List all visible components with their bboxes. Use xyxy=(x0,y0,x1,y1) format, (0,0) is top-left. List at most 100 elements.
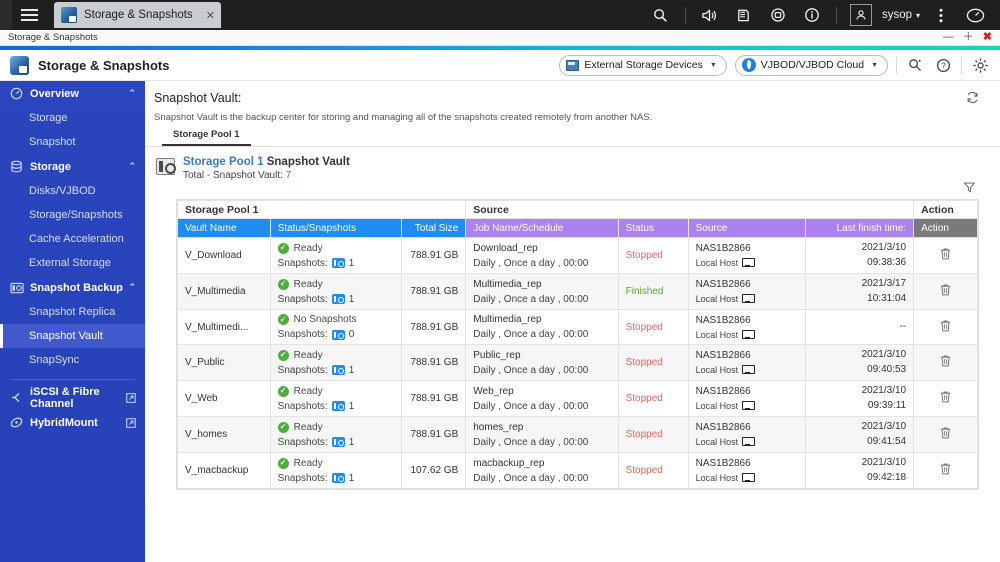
info-icon[interactable] xyxy=(795,0,829,30)
kebab-menu-icon[interactable] xyxy=(924,0,958,30)
monitor-icon xyxy=(742,473,756,483)
group-header-source: Source xyxy=(465,200,915,219)
sidebar-item-storage-snapshots[interactable]: Storage/Snapshots xyxy=(0,203,145,227)
refresh-icon[interactable] xyxy=(962,87,982,107)
app-header-actions: External Storage Devices ▼ VJBOD/VJBOD C… xyxy=(559,54,990,76)
sidebar-item-disks-vjbod[interactable]: Disks/VJBOD xyxy=(0,179,145,203)
settings-gear-icon[interactable] xyxy=(970,55,990,75)
taskbar-tab-storage-snapshots[interactable]: Storage & Snapshots ✕ xyxy=(54,2,221,28)
trash-icon[interactable] xyxy=(939,283,952,297)
source-name: NAS1B2866 xyxy=(695,243,751,254)
minimize-button[interactable]: — xyxy=(943,32,954,43)
column-header-source[interactable]: Source xyxy=(687,218,806,238)
close-window-button[interactable]: ✖ xyxy=(983,32,992,43)
snapshots-value: 1 xyxy=(348,293,355,305)
dashboard-icon[interactable] xyxy=(958,0,992,30)
vault-status-label: Ready xyxy=(293,385,323,397)
sidebar-group-snapshot-backup[interactable]: Snapshot Backup ⌃ xyxy=(0,275,145,300)
cell-last-finish-time: 2021/3/17 10:31:04 xyxy=(804,273,915,310)
search-icon[interactable] xyxy=(644,0,678,30)
user-menu[interactable]: sysop ▾ xyxy=(878,9,924,21)
monitor-icon xyxy=(742,365,756,375)
table-row[interactable]: V_homes Ready Snapshots: 1 788.91 GB homes_re… xyxy=(177,416,978,453)
snapshots-value: 1 xyxy=(348,400,355,412)
trash-icon[interactable] xyxy=(939,319,952,333)
total-size: 788.91 GB xyxy=(410,286,459,297)
finish-date: 2021/3/10 xyxy=(861,242,907,253)
trash-icon[interactable] xyxy=(939,354,952,368)
close-icon[interactable]: ✕ xyxy=(206,9,215,22)
table-row[interactable]: V_Download Ready Snapshots: 1 788.91 GB Downl… xyxy=(177,237,978,274)
tab-storage-pool-1[interactable]: Storage Pool 1 xyxy=(162,126,251,146)
backup-icon[interactable] xyxy=(727,0,761,30)
pool-link[interactable]: Storage Pool 1 xyxy=(183,156,264,168)
table-row[interactable]: V_Multimedi... No Snapshots Snapshots: 0 788… xyxy=(177,309,978,345)
cell-total-size: 107.62 GB xyxy=(401,452,467,489)
snapshot-count: Snapshots: 0 xyxy=(278,329,395,340)
help-icon[interactable]: ? xyxy=(933,55,953,75)
cell-source: NAS1B2866 Local Host xyxy=(687,273,806,310)
snapshot-vault-table-wrapper: Storage Pool 1 Source Action Vault Name Stat… xyxy=(176,199,979,490)
sidebar-item-snapshot-vault[interactable]: Snapshot Vault xyxy=(0,324,145,348)
cell-status-snapshots: Ready Snapshots: 1 xyxy=(269,344,403,381)
hamburger-icon[interactable] xyxy=(12,0,46,30)
sidebar-link-hybridmount[interactable]: HybridMount xyxy=(0,410,145,435)
external-storage-devices-dropdown[interactable]: External Storage Devices ▼ xyxy=(559,54,727,76)
sidebar-item-cache-acceleration[interactable]: Cache Acceleration xyxy=(0,227,145,251)
job-schedule: Daily , Once a day , 00:00 xyxy=(473,400,589,412)
table-row[interactable]: V_Public Ready Snapshots: 1 788.91 GB Public_… xyxy=(177,344,978,381)
sidebar-item-external-storage[interactable]: External Storage xyxy=(0,251,145,275)
sidebar-item-storage[interactable]: Storage xyxy=(0,106,145,130)
trash-icon[interactable] xyxy=(939,247,952,261)
trash-icon[interactable] xyxy=(939,390,952,404)
maximize-button[interactable]: ＋ xyxy=(963,32,974,43)
trash-icon[interactable] xyxy=(939,462,952,476)
total-size: 788.91 GB xyxy=(410,393,459,404)
external-device-icon[interactable] xyxy=(761,0,795,30)
column-header-total-size[interactable]: Total Size xyxy=(401,218,467,238)
status-ok-icon xyxy=(277,349,289,361)
table-row[interactable]: V_Web Ready Snapshots: 1 788.91 GB Web_rep Dai… xyxy=(177,380,978,417)
sidebar-link-iscsi-fibre-channel[interactable]: iSCSI & Fibre Channel xyxy=(0,385,145,410)
window-title: Storage & Snapshots xyxy=(8,32,98,43)
trash-icon[interactable] xyxy=(939,426,952,440)
tray-divider-2 xyxy=(835,6,837,24)
cell-action xyxy=(913,344,978,381)
group-header-pool: Storage Pool 1 xyxy=(176,200,467,219)
cell-vault-name: V_Public xyxy=(177,344,271,381)
column-header-action[interactable]: Action xyxy=(913,218,978,238)
sidebar-item-label: Disks/VJBOD xyxy=(29,185,96,197)
window-title-bar: Storage & Snapshots — ＋ ✖ xyxy=(0,30,1000,46)
sidebar-group-storage[interactable]: Storage ⌃ xyxy=(0,154,145,179)
job-name: macbackup_rep xyxy=(473,457,545,469)
sidebar-item-label: Cache Acceleration xyxy=(29,233,124,245)
search-settings-icon[interactable] xyxy=(905,55,925,75)
external-link-icon xyxy=(126,392,136,403)
job-schedule: Daily , Once a day , 00:00 xyxy=(473,257,589,269)
column-header-status-snapshots[interactable]: Status/Snapshots xyxy=(269,218,403,238)
column-header-status[interactable]: Status xyxy=(617,218,689,238)
sidebar-group-overview[interactable]: Overview ⌃ xyxy=(0,81,145,106)
vjbod-cloud-dropdown[interactable]: VJBOD/VJBOD Cloud ▼ xyxy=(734,54,888,76)
column-header-vault-name[interactable]: Vault Name xyxy=(177,218,271,238)
sidebar-item-snapsync[interactable]: SnapSync xyxy=(0,348,145,372)
cell-action xyxy=(913,416,978,453)
snapshots-value: 1 xyxy=(348,364,355,376)
column-header-last-finish-time[interactable]: Last finish time: xyxy=(804,218,915,238)
sidebar-item-snapshot[interactable]: Snapshot xyxy=(0,130,145,154)
page-title: Storage & Snapshots xyxy=(38,57,170,73)
status-badge: Stopped xyxy=(625,250,663,261)
filter-icon[interactable] xyxy=(960,179,978,195)
finish-date: 2021/3/10 xyxy=(861,421,907,432)
column-header-job-name-schedule[interactable]: Job Name/Schedule xyxy=(465,218,619,238)
avatar[interactable] xyxy=(844,0,878,30)
table-row[interactable]: V_Multimedia Ready Snapshots: 1 788.91 GB Mul… xyxy=(177,273,978,310)
cell-job-status: Stopped xyxy=(617,309,689,345)
table-row[interactable]: V_macbackup Ready Snapshots: 1 107.62 GB macb… xyxy=(177,452,978,489)
pool-total: Total - Snapshot Vault: 7 xyxy=(183,170,350,181)
cell-source: NAS1B2866 Local Host xyxy=(687,237,806,274)
cell-total-size: 788.91 GB xyxy=(401,309,467,345)
volume-icon[interactable] xyxy=(693,0,727,30)
sidebar-item-snapshot-replica[interactable]: Snapshot Replica xyxy=(0,300,145,324)
database-icon xyxy=(10,160,27,173)
